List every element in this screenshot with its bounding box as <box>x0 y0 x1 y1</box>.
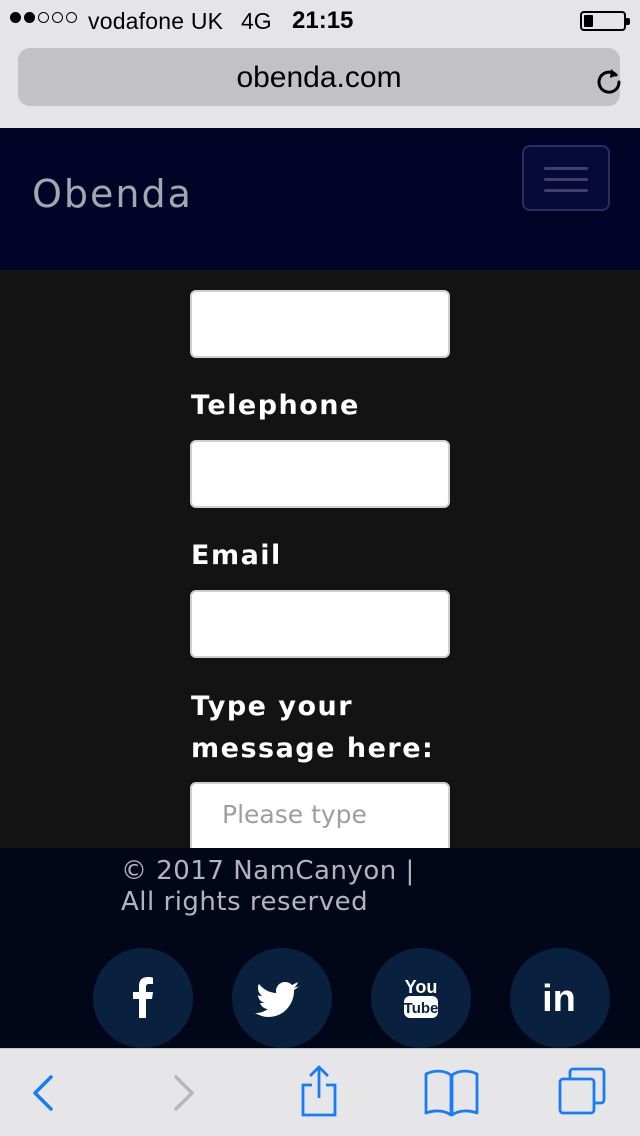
contact-form: Telephone Email Type your message here: … <box>0 270 640 848</box>
telephone-label: Telephone <box>191 390 360 421</box>
back-icon[interactable] <box>20 1049 70 1136</box>
youtube-link[interactable]: You Tube <box>371 948 471 1048</box>
message-label-line2: message here: <box>191 733 435 764</box>
message-placeholder: Please type <box>222 800 367 829</box>
youtube-icon: You Tube <box>404 977 439 1018</box>
linkedin-link[interactable]: in <box>510 948 610 1048</box>
telephone-input[interactable] <box>190 440 450 508</box>
clock: 21:15 <box>292 7 354 34</box>
carrier-name: vodafone UK <box>88 8 224 34</box>
share-icon[interactable] <box>294 1049 344 1136</box>
footer: © 2017 NamCanyon | All rights reserved Y… <box>0 848 640 1048</box>
message-label-line1: Type your <box>191 691 354 722</box>
twitter-icon <box>255 982 300 1017</box>
browser-toolbar <box>0 1048 640 1136</box>
facebook-link[interactable] <box>93 948 193 1048</box>
twitter-link[interactable] <box>232 948 332 1048</box>
browser-address-bar: obenda.com <box>0 40 640 128</box>
name-input[interactable] <box>190 290 450 358</box>
copyright-line1: © 2017 NamCanyon | <box>121 856 415 886</box>
facebook-icon <box>133 977 153 1018</box>
url-text: obenda.com <box>236 61 402 94</box>
copyright-text: © 2017 NamCanyon | All rights reserved <box>121 856 415 918</box>
svg-text:You: You <box>405 977 438 997</box>
reload-icon[interactable] <box>594 66 624 96</box>
svg-text:in: in <box>542 978 576 1020</box>
forward-icon[interactable] <box>160 1049 210 1136</box>
hamburger-icon <box>544 167 588 170</box>
brand-logo[interactable]: Obenda <box>32 172 193 216</box>
battery-icon <box>580 11 630 31</box>
message-textarea[interactable]: Please type <box>190 782 450 848</box>
network-type: 4G <box>241 8 272 34</box>
copyright-line2: All rights reserved <box>121 887 369 917</box>
linkedin-icon: in <box>542 978 576 1020</box>
site-header: Obenda <box>0 128 640 270</box>
status-bar: vodafone UK 4G 21:15 <box>0 0 640 40</box>
svg-text:Tube: Tube <box>404 1000 439 1017</box>
email-input[interactable] <box>190 590 450 658</box>
hamburger-menu-button[interactable] <box>522 145 610 211</box>
bookmarks-icon[interactable] <box>422 1049 482 1136</box>
url-field[interactable]: obenda.com <box>18 48 621 106</box>
tabs-icon[interactable] <box>556 1049 610 1136</box>
signal-strength-icon <box>10 12 77 23</box>
email-label: Email <box>191 540 282 571</box>
